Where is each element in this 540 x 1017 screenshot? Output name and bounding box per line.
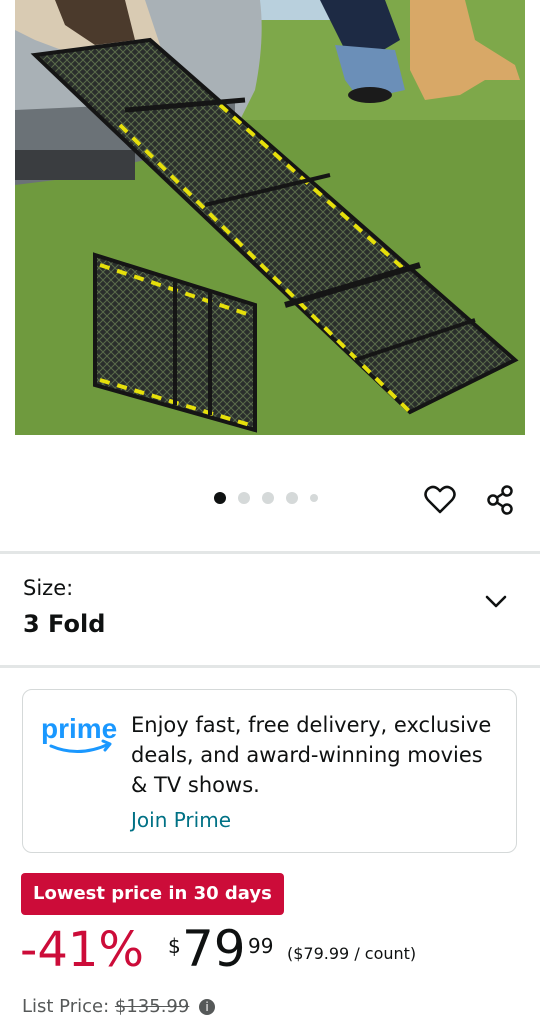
unit-price: ($79.99 / count) bbox=[287, 944, 417, 963]
carousel-dot-active[interactable] bbox=[214, 492, 226, 504]
price-whole: 79 bbox=[182, 920, 246, 978]
join-prime-link[interactable]: Join Prime bbox=[131, 808, 231, 832]
section-divider bbox=[0, 665, 540, 668]
carousel-dot[interactable] bbox=[238, 492, 250, 504]
size-label: Size: bbox=[23, 576, 74, 600]
prime-logo: prime bbox=[39, 708, 119, 758]
info-icon[interactable]: i bbox=[199, 999, 216, 1015]
carousel-dot[interactable] bbox=[286, 492, 298, 504]
prime-logo-text: prime bbox=[41, 713, 117, 744]
share-icon bbox=[487, 485, 513, 515]
section-divider bbox=[0, 551, 540, 554]
list-price: List Price: $135.99 i bbox=[22, 996, 216, 1017]
discount-percentage: -41% bbox=[20, 922, 145, 978]
price-currency: $ bbox=[168, 934, 181, 958]
product-image[interactable] bbox=[15, 0, 525, 435]
heart-icon bbox=[424, 485, 456, 514]
carousel-dot[interactable] bbox=[262, 492, 274, 504]
size-dropdown-toggle[interactable] bbox=[480, 588, 512, 616]
share-button[interactable] bbox=[482, 482, 518, 518]
deal-badge: Lowest price in 30 days bbox=[21, 873, 284, 915]
carousel-dot[interactable] bbox=[310, 494, 318, 502]
size-value: 3 Fold bbox=[23, 610, 106, 638]
image-carousel-dots[interactable] bbox=[214, 492, 318, 504]
product-photo-illustration bbox=[15, 0, 525, 435]
list-price-label: List Price: bbox=[22, 996, 110, 1017]
list-price-value: $135.99 bbox=[114, 996, 190, 1017]
prime-promo-card: prime Enjoy fast, free delivery, exclusi… bbox=[22, 689, 517, 853]
chevron-down-icon bbox=[485, 595, 507, 608]
favorite-button[interactable] bbox=[422, 482, 458, 518]
prime-description: Enjoy fast, free delivery, exclusive dea… bbox=[131, 713, 492, 797]
price-fraction: 99 bbox=[248, 934, 274, 958]
